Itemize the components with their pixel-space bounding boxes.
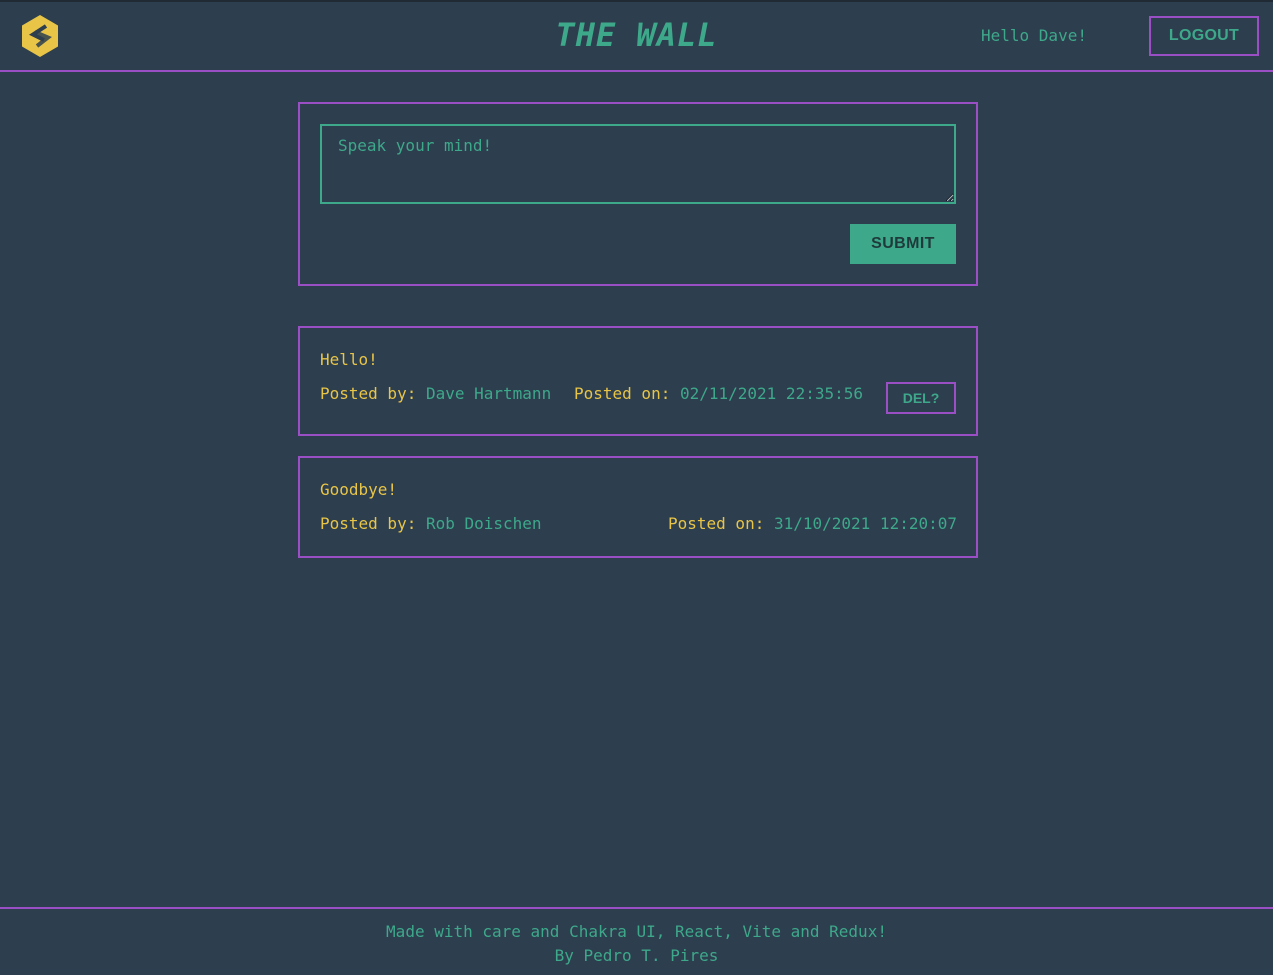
posted-on-label: Posted on: — [574, 384, 671, 403]
user-greeting: Hello Dave! — [981, 26, 1087, 45]
post-message: Goodbye! — [320, 480, 398, 499]
logout-button[interactable]: LOGOUT — [1149, 16, 1259, 56]
hexagon-logo-icon[interactable] — [20, 14, 60, 58]
post-author: Posted by: Rob Doischen — [320, 514, 542, 533]
app-header: THE WALL Hello Dave! LOGOUT — [0, 0, 1273, 72]
post-date: Posted on: 31/10/2021 12:20:07 — [668, 514, 957, 533]
submit-button[interactable]: SUBMIT — [850, 224, 956, 264]
author-name: Rob Doischen — [425, 514, 542, 533]
posted-by-label: Posted by: — [320, 514, 417, 533]
footer-credits: Made with care and Chakra UI, React, Vit… — [386, 922, 887, 941]
posted-by-label: Posted by: — [320, 384, 417, 403]
post-timestamp: 31/10/2021 12:20:07 — [773, 514, 957, 533]
page-footer: Made with care and Chakra UI, React, Vit… — [0, 907, 1273, 975]
post-message: Hello! — [320, 350, 378, 369]
post-card: Goodbye! Posted by: Rob Doischen Posted … — [298, 456, 978, 558]
footer-author: By Pedro T. Pires — [554, 946, 719, 965]
post-author: Posted by: Dave Hartmann — [320, 384, 551, 403]
author-name: Dave Hartmann — [425, 384, 552, 403]
post-composer: SUBMIT — [298, 102, 978, 286]
post-input[interactable] — [320, 124, 956, 204]
post-timestamp: 02/11/2021 22:35:56 — [679, 384, 863, 403]
posted-on-label: Posted on: — [668, 514, 765, 533]
post-date: Posted on: 02/11/2021 22:35:56 — [574, 384, 863, 403]
post-card: Hello! Posted by: Dave Hartmann Posted o… — [298, 326, 978, 436]
delete-post-button[interactable]: DEL? — [886, 382, 956, 414]
